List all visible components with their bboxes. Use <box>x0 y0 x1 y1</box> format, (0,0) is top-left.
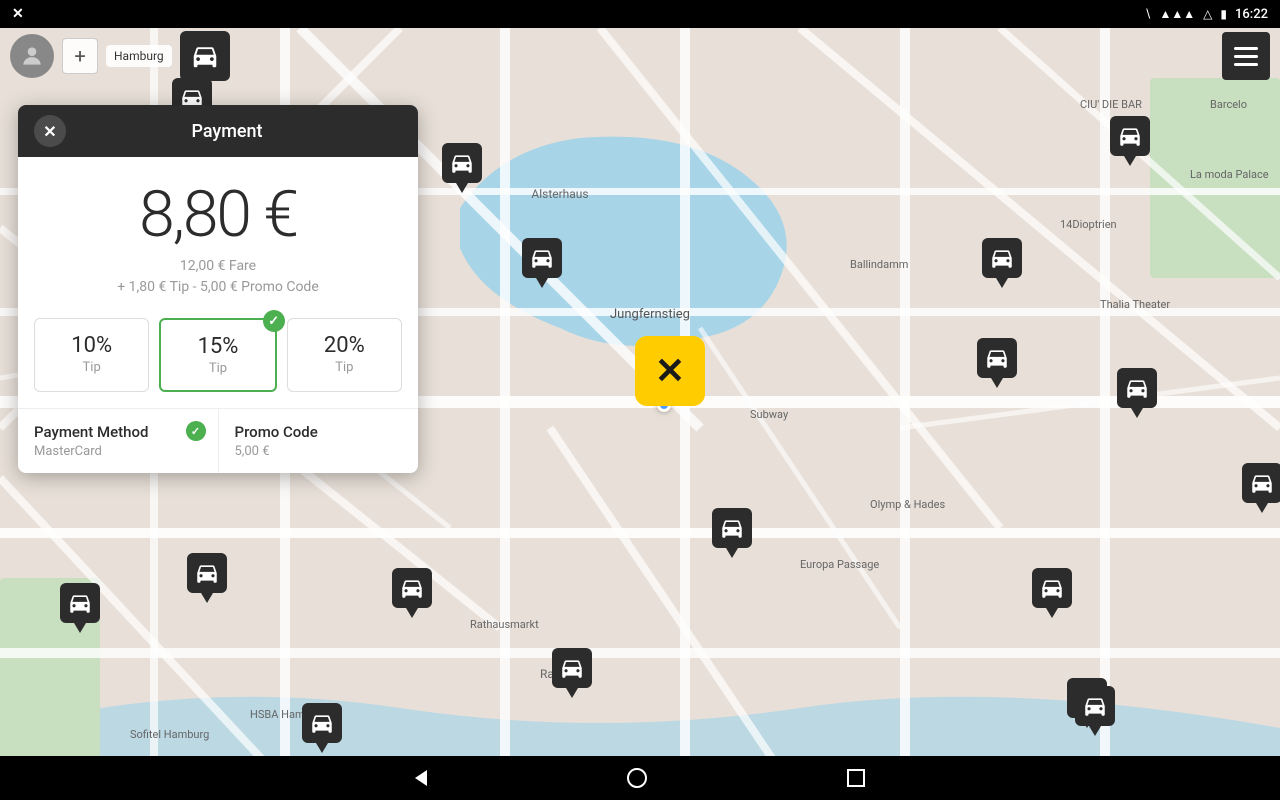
taxi-marker[interactable] <box>1240 463 1280 513</box>
home-button[interactable] <box>627 768 647 788</box>
tip-10-percent: 10% <box>43 333 140 358</box>
clock: 16:22 <box>1235 7 1268 22</box>
taxi-marker[interactable] <box>300 703 344 753</box>
payment-method-item[interactable]: ✓ Payment Method MasterCard <box>18 409 218 473</box>
recents-button[interactable] <box>847 769 865 787</box>
tip-10-button[interactable]: 10% Tip <box>34 318 149 392</box>
taxi-marker[interactable] <box>1073 686 1117 736</box>
taxi-marker[interactable] <box>1108 116 1152 166</box>
svg-text:CIU' DIE BAR: CIU' DIE BAR <box>1080 98 1142 111</box>
avatar[interactable] <box>10 34 54 78</box>
brand-x-icon: ✕ <box>655 353 685 389</box>
promo-code-value: 5,00 € <box>235 444 403 459</box>
taxi-marker[interactable] <box>58 583 102 633</box>
taxi-marker[interactable] <box>710 508 754 558</box>
price-section: 8,80 € 12,00 € Fare + 1,80 € Tip - 5,00 … <box>18 157 418 308</box>
payment-method-check: ✓ <box>186 421 206 441</box>
tip-15-percent: 15% <box>169 334 266 359</box>
svg-text:La moda Palace: La moda Palace <box>1190 168 1269 181</box>
back-button[interactable] <box>415 770 427 786</box>
svg-text:Rathausmarkt: Rathausmarkt <box>470 618 539 631</box>
wifi-icon: △ <box>1203 7 1212 21</box>
svg-text:Barcelo: Barcelo <box>1210 98 1247 111</box>
svg-text:14Dioptrien: 14Dioptrien <box>1060 218 1117 231</box>
app-icon: ✕ <box>12 6 24 22</box>
tip-15-label: Tip <box>169 361 266 376</box>
taxi-marker[interactable] <box>390 568 434 618</box>
header-left: + Hamburg <box>10 31 230 81</box>
tip-selected-check: ✓ <box>263 310 285 332</box>
hamburger-icon <box>1234 47 1258 66</box>
status-bar: ✕ ∖ ▲▲▲ △ ▮ 16:22 <box>0 0 1280 28</box>
battery-icon: ▮ <box>1220 7 1227 21</box>
close-button[interactable]: ✕ <box>34 115 66 147</box>
taxi-marker[interactable] <box>975 338 1019 388</box>
svg-text:Thalia Theater: Thalia Theater <box>1100 298 1170 311</box>
taxi-marker[interactable] <box>440 143 484 193</box>
tip-section: 10% Tip ✓ 15% Tip 20% Tip <box>18 308 418 408</box>
tip-20-label: Tip <box>296 360 393 375</box>
taxi-marker[interactable] <box>1030 568 1074 618</box>
taxi-marker[interactable] <box>185 553 229 603</box>
taxi-marker[interactable] <box>1115 368 1159 418</box>
signal-icon: ▲▲▲ <box>1160 7 1196 21</box>
tip-15-button[interactable]: ✓ 15% Tip <box>159 318 276 392</box>
svg-text:Subway: Subway <box>750 408 789 421</box>
svg-text:Sofitel Hamburg: Sofitel Hamburg <box>130 728 209 741</box>
nav-bar <box>0 756 1280 800</box>
promo-code-label: Promo Code <box>235 423 403 441</box>
fare-line2: + 1,80 € Tip - 5,00 € Promo Code <box>38 277 398 298</box>
svg-text:Ballindamm: Ballindamm <box>850 258 908 271</box>
header: + Hamburg <box>0 28 1280 84</box>
payment-method-label: Payment Method <box>34 423 202 441</box>
svg-text:Europa Passage: Europa Passage <box>800 558 879 571</box>
payment-title: Payment <box>191 121 262 142</box>
payment-panel: ✕ Payment 8,80 € 12,00 € Fare + 1,80 € T… <box>18 105 418 473</box>
payment-header: ✕ Payment <box>18 105 418 157</box>
promo-code-item[interactable]: Promo Code 5,00 € <box>218 409 419 473</box>
tip-20-button[interactable]: 20% Tip <box>287 318 402 392</box>
tip-10-label: Tip <box>43 360 140 375</box>
location-tag: Hamburg <box>106 45 172 67</box>
taxi-marker[interactable] <box>520 238 564 288</box>
payment-method-section: ✓ Payment Method MasterCard Promo Code 5… <box>18 408 418 473</box>
svg-text:Alsterhaus: Alsterhaus <box>531 187 588 201</box>
menu-button[interactable] <box>1222 32 1270 80</box>
fare-line1: 12,00 € Fare <box>38 256 398 277</box>
svg-text:Jungfernstieg: Jungfernstieg <box>610 307 690 322</box>
fare-detail: 12,00 € Fare + 1,80 € Tip - 5,00 € Promo… <box>38 256 398 298</box>
taxi-marker[interactable] <box>980 238 1024 288</box>
brand-marker: ✕ <box>635 336 705 406</box>
taxi-marker[interactable] <box>550 648 594 698</box>
svg-text:Olymp & Hades: Olymp & Hades <box>870 498 945 511</box>
taxi-header-icon[interactable] <box>180 31 230 81</box>
payment-method-value: MasterCard <box>34 444 202 459</box>
main-price: 8,80 € <box>38 177 398 252</box>
tip-20-percent: 20% <box>296 333 393 358</box>
bluetooth-icon: ∖ <box>1144 7 1152 21</box>
add-button[interactable]: + <box>62 38 98 74</box>
